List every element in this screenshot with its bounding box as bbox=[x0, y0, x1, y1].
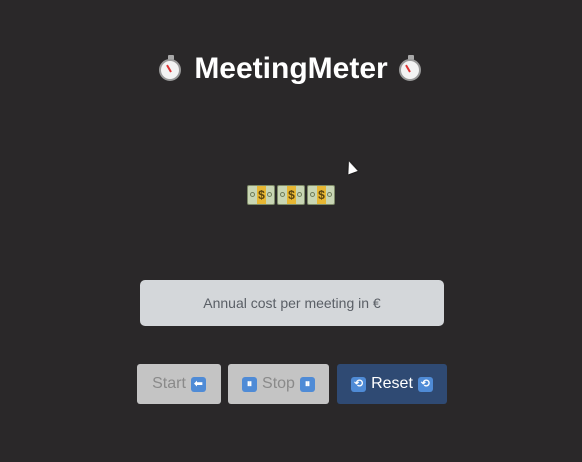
page-title-row: MeetingMeter bbox=[0, 52, 582, 86]
mouse-cursor bbox=[344, 159, 358, 175]
stopwatch-icon bbox=[158, 55, 184, 83]
page-title: MeetingMeter bbox=[194, 52, 388, 85]
money-bill-icon: $ bbox=[277, 185, 305, 205]
pause-icon: ⏸ bbox=[299, 376, 315, 392]
repeat-icon: ⟲ bbox=[351, 376, 367, 392]
stop-button[interactable]: ⏸ Stop ⏸ bbox=[228, 364, 329, 404]
annual-cost-input[interactable] bbox=[140, 280, 444, 326]
reset-button[interactable]: ⟲ Reset ⟲ bbox=[337, 364, 447, 404]
start-button-label: Start bbox=[152, 375, 186, 392]
cost-display: $ $ $ bbox=[0, 185, 582, 205]
left-arrow-icon: ⬅ bbox=[190, 376, 206, 392]
stopwatch-icon bbox=[398, 55, 424, 83]
cost-input-wrapper bbox=[140, 280, 444, 326]
pause-icon: ⏸ bbox=[242, 376, 258, 392]
money-bill-icon: $ bbox=[307, 185, 335, 205]
reset-button-label: Reset bbox=[371, 375, 413, 392]
meeting-meter-app: MeetingMeter $ $ $ Start ⬅ ⏸ bbox=[0, 0, 582, 462]
repeat-icon: ⟲ bbox=[417, 376, 433, 392]
start-button[interactable]: Start ⬅ bbox=[137, 364, 221, 404]
stop-button-label: Stop bbox=[262, 375, 295, 392]
money-bill-icon: $ bbox=[247, 185, 275, 205]
